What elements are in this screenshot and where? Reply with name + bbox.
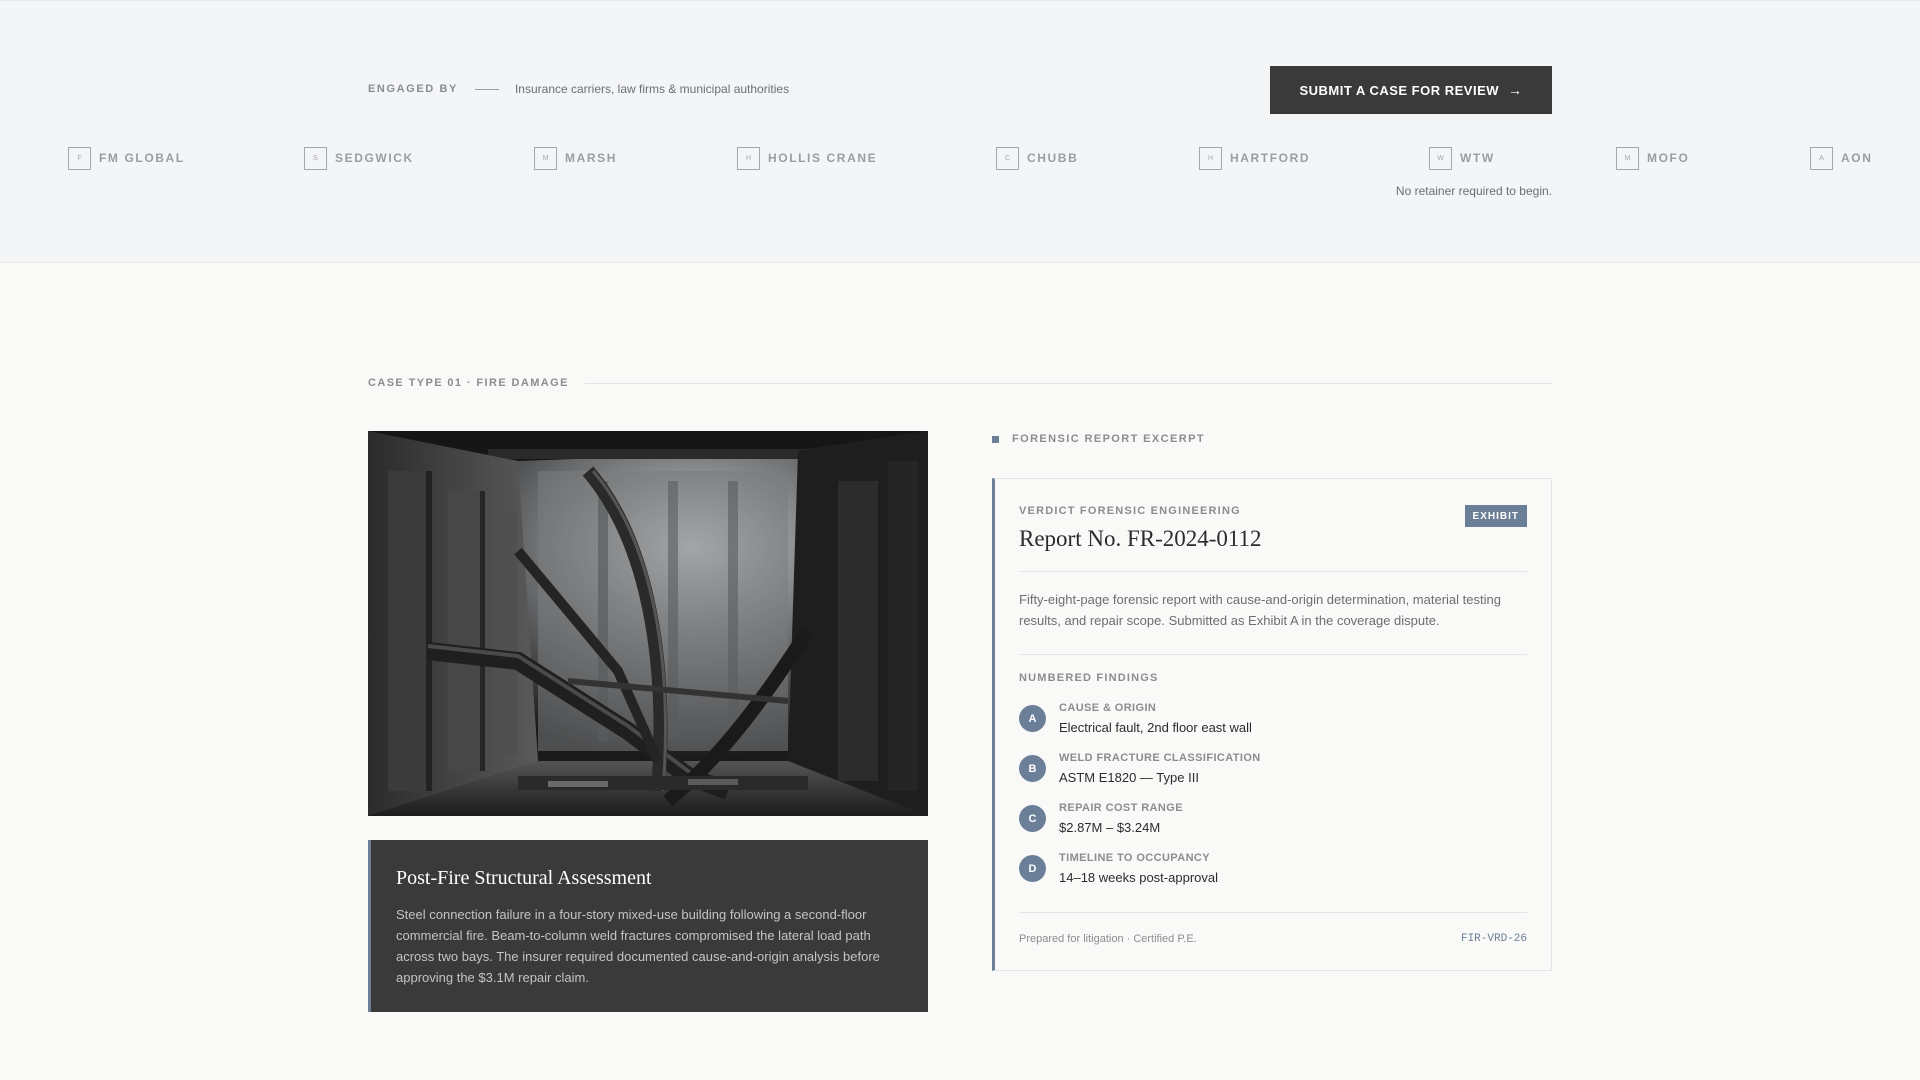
client-logo: C CHUBB — [996, 146, 1078, 170]
engaged-by-label: ENGAGED BY — [368, 83, 458, 95]
client-monogram: F — [68, 146, 91, 170]
clients-band: ENGAGED BY Insurance carriers, law firms… — [0, 0, 1920, 263]
divider — [1019, 912, 1527, 913]
client-logo: W WTW — [1429, 146, 1495, 170]
client-logo: S SEDGWICK — [304, 146, 414, 170]
finding-item: B WELD FRACTURE CLASSIFICATION ASTM E182… — [1019, 752, 1261, 785]
report-code: FIR-VRD-26 — [1460, 933, 1527, 945]
client-monogram: H — [737, 146, 760, 170]
arrow-right-icon: → — [1508, 82, 1523, 98]
divider — [474, 88, 499, 90]
submit-case-button[interactable]: SUBMIT A CASE FOR REVIEW → — [1270, 66, 1552, 114]
case-summary-card: Post-Fire Structural Assessment Steel co… — [368, 840, 928, 1012]
finding-letter: C — [1019, 805, 1046, 832]
report-excerpt-header: FORENSIC REPORT EXCERPT — [992, 433, 1205, 445]
retainer-note: No retainer required to begin. — [1395, 184, 1552, 198]
findings-label: NUMBERED FINDINGS — [1019, 672, 1159, 684]
finding-value: 14–18 weeks post-approval — [1059, 870, 1218, 885]
square-bullet-icon — [992, 435, 999, 443]
client-name: SEDGWICK — [335, 151, 414, 165]
client-name: WTW — [1460, 151, 1495, 165]
finding-item: A CAUSE & ORIGIN Electrical fault, 2nd f… — [1019, 702, 1252, 735]
client-monogram: C — [996, 146, 1019, 170]
client-logo: A AON — [1810, 146, 1872, 170]
client-monogram: S — [304, 146, 327, 170]
client-name: MARSH — [565, 151, 617, 165]
client-monogram: W — [1429, 146, 1452, 170]
engaged-by-row: ENGAGED BY Insurance carriers, law firms… — [368, 82, 789, 96]
client-logo: H HARTFORD — [1199, 146, 1310, 170]
finding-caption: REPAIR COST RANGE — [1059, 802, 1183, 814]
client-name: HARTFORD — [1230, 151, 1311, 165]
finding-caption: TIMELINE TO OCCUPANCY — [1059, 852, 1210, 864]
client-name: CHUBB — [1027, 151, 1079, 165]
client-name: MOFO — [1647, 151, 1690, 165]
divider — [1019, 571, 1527, 572]
report-footer-note: Prepared for litigation · Certified P.E. — [1019, 933, 1197, 945]
report-firm: VERDICT FORENSIC ENGINEERING — [1019, 505, 1241, 517]
client-logo: H HOLLIS CRANE — [737, 146, 877, 170]
divider — [1019, 654, 1527, 655]
finding-value: $2.87M – $3.24M — [1059, 820, 1161, 835]
finding-value: ASTM E1820 — Type III — [1059, 770, 1199, 785]
case-description: Steel connection failure in a four-story… — [396, 907, 880, 985]
client-logo: M MARSH — [534, 146, 617, 170]
finding-item: C REPAIR COST RANGE $2.87M – $3.24M — [1019, 802, 1183, 835]
exhibit-badge: EXHIBIT — [1464, 505, 1527, 527]
client-name: HOLLIS CRANE — [768, 151, 878, 165]
case-title: Post-Fire Structural Assessment — [396, 867, 652, 889]
client-monogram: M — [1616, 146, 1639, 170]
report-number: Report No. FR-2024-0112 — [1019, 526, 1262, 551]
finding-value: Electrical fault, 2nd floor east wall — [1059, 720, 1252, 735]
divider — [584, 382, 1552, 384]
client-monogram: H — [1199, 146, 1222, 170]
client-logo: F FM GLOBAL — [68, 146, 185, 170]
finding-caption: CAUSE & ORIGIN — [1059, 702, 1157, 714]
client-name: AON — [1841, 151, 1873, 165]
engaged-by-text: Insurance carriers, law firms & municipa… — [514, 82, 790, 96]
finding-letter: A — [1019, 705, 1046, 732]
client-logo-strip: F FM GLOBAL S SEDGWICK M MARSH H HOLLIS … — [0, 146, 1920, 170]
case-type-header: CASE TYPE 01 · FIRE DAMAGE — [368, 377, 1552, 389]
report-card: VERDICT FORENSIC ENGINEERING Report No. … — [992, 478, 1552, 971]
finding-letter: D — [1019, 855, 1046, 882]
client-logo: M MOFO — [1616, 146, 1689, 170]
fire-damage-photo — [368, 431, 928, 816]
finding-item: D TIMELINE TO OCCUPANCY 14–18 weeks post… — [1019, 852, 1218, 885]
report-excerpt-label: FORENSIC REPORT EXCERPT — [1012, 433, 1205, 445]
finding-caption: WELD FRACTURE CLASSIFICATION — [1059, 752, 1261, 764]
report-summary: Fifty-eight-page forensic report with ca… — [1019, 592, 1501, 628]
client-monogram: M — [534, 146, 557, 170]
case-type-label: CASE TYPE 01 · FIRE DAMAGE — [368, 377, 569, 389]
client-monogram: A — [1810, 146, 1833, 170]
submit-case-label: SUBMIT A CASE FOR REVIEW — [1299, 82, 1500, 98]
client-name: FM GLOBAL — [99, 151, 185, 165]
finding-letter: B — [1019, 755, 1046, 782]
